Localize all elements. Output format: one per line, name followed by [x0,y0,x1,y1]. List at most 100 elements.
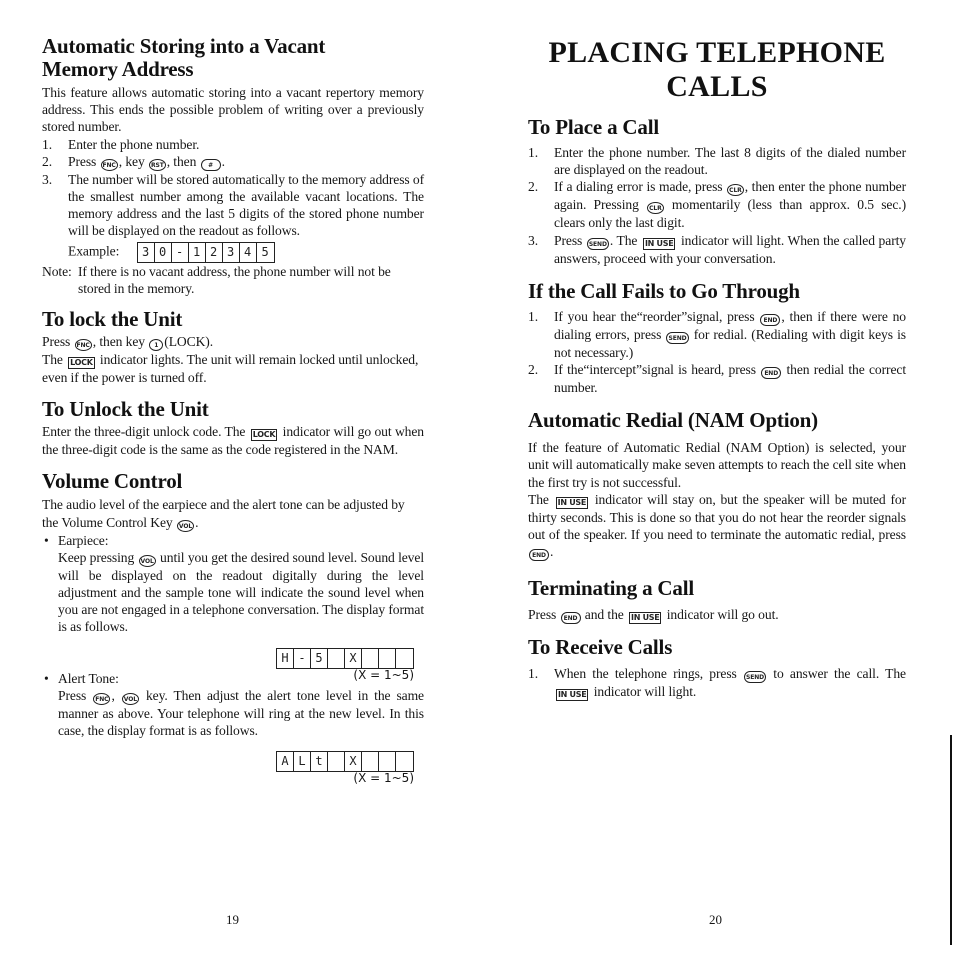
lock-line-2: The LOCK indicator lights. The unit will… [42,351,424,386]
lcd-cell: L [294,752,311,772]
fnc-key-icon: FNC [100,158,118,171]
step-text: If the“intercept”signal is heard, press [554,362,761,378]
page-edge-line [950,735,952,945]
step-item: 1. If you hear the“reorder”signal, press… [528,308,906,361]
lcd-cell: A [277,752,294,772]
lcd-display-alert: A L t X [276,751,414,773]
text: The audio level of the earpiece and the … [42,497,405,530]
lock-1-key-icon: 1 [149,339,164,352]
lcd-cell: 5 [261,244,269,259]
step-text: indicator will light. When the called pa… [554,232,906,266]
text: indicator lights. The unit will remain l… [42,352,419,386]
example-row: Example: 3 0 - 1 2 3 4 5 [68,241,424,263]
step-item: 2. If a dialing error is made, press CLR… [528,178,906,231]
lcd-cell: X [345,752,362,772]
section-title-receive: To Receive Calls [528,635,673,660]
step-number: 2. [528,179,538,195]
end-key-icon: END [560,612,581,625]
text: , then key [92,334,149,350]
text: . [195,514,199,530]
lcd-cell: 4 [240,242,257,262]
section-title-volume: Volume Control [42,469,183,494]
lcd-cell [396,649,413,668]
lcd-cell: H [277,648,294,668]
lcd-cell: - [172,242,189,262]
section-title-auto-redial: Automatic Redial (NAM Option) [528,408,818,433]
end-key-icon: END [529,549,549,562]
send-key-icon: SEND [744,671,767,684]
step-text: The number will be stored automatically … [68,171,424,239]
step-number: 3. [42,171,52,187]
lock-line-1: Press FNC, then key 1 (LOCK). [42,333,424,352]
unlock-text: Enter the three-digit unlock code. The L… [42,423,424,458]
pound-key-icon: # [200,158,221,171]
vol-key-icon: VOL [176,519,195,532]
earpiece-label: Earpiece: [58,532,109,548]
send-key-icon: SEND [586,237,609,250]
clr-key-icon: CLR [727,184,744,197]
title-line: Automatic Storing into a Vacant [42,34,326,58]
alert-range-note: (X = 1~5) [353,771,414,786]
text: Enter the three-digit unlock code. The [42,424,249,440]
step-text: . The [609,232,641,248]
step-number: 3. [528,232,538,248]
step-text: If you hear the“reorder”signal, press [554,308,760,324]
title-line: CALLS [666,70,768,103]
alert-tone-item: • Alert Tone: Press FNC, VOL key. Then a… [42,670,424,740]
rst-key-icon: RST [148,158,166,171]
step-text: , then [166,153,200,169]
lcd-cell: 1 [189,242,206,262]
text: and the [581,607,628,623]
auto-storing-intro: This feature allows automatic storing in… [42,85,424,135]
fnc-key-icon: FNC [74,339,92,352]
fnc-key-icon: FNC [93,692,111,705]
step-text: to answer the call. The [767,666,906,682]
lock-indicator-icon: LOCK [250,429,278,442]
section-title-lock: To lock the Unit [42,307,183,332]
text: Press [58,687,93,703]
lcd-cell: t [311,752,328,772]
text: . [550,544,554,560]
step-item: 1. Enter the phone number. The last 8 di… [528,144,906,178]
in-use-indicator-icon: IN USE [642,237,676,250]
bullet-icon: • [44,532,49,548]
note-text: If there is no vacant address, the phone… [78,263,391,296]
place-call-steps: 1. Enter the phone number. The last 8 di… [528,144,906,267]
lcd-cell: 0 [155,242,172,262]
end-key-icon: END [760,313,781,326]
lcd-cell: 5 [311,648,328,668]
auto-redial-para-1: If the feature of Automatic Redial (NAM … [528,440,906,490]
section-title-place-call: To Place a Call [528,115,659,139]
section-title-call-fails: If the Call Fails to Go Through [528,278,800,303]
text: Press [42,334,74,350]
step-text: When the telephone rings, press [554,666,743,682]
step-item: 1. When the telephone rings, press SEND … [528,665,906,702]
send-key-icon: SEND [666,331,689,344]
step-text: indicator will light. [590,684,697,700]
step-item: 1. Enter the phone number. [42,136,424,153]
step-text: . [221,153,225,169]
step-text: Enter the phone number. The last 8 digit… [554,145,906,178]
section-title-terminating: Terminating a Call [528,576,694,601]
step-number: 1. [528,145,538,160]
step-number: 1. [528,666,538,682]
auto-redial-para-2: The IN USE indicator will stay on, but t… [528,491,906,562]
lcd-cell [362,648,379,668]
right-page: PLACING TELEPHONE CALLS To Place a Call … [528,0,906,702]
lcd-cell: 3 [138,242,155,262]
text: Keep pressing [58,549,138,565]
page-number-right: 20 [709,912,722,927]
step-text: If a dialing error is made, press [554,179,727,195]
step-number: 2. [528,362,538,378]
lcd-cell: 2 [206,242,223,262]
title-line: PLACING TELEPHONE [548,36,886,69]
lcd-cell [328,752,345,772]
lcd-cell [328,648,345,668]
title-line: Memory Address [42,57,194,81]
in-use-indicator-icon: IN USE [555,496,589,509]
alert-display-row: A L t X [42,751,424,773]
lcd-cell: - [294,648,311,668]
clr-key-icon: CLR [647,202,664,215]
terminating-text: Press END and the IN USE indicator will … [528,606,906,625]
vol-key-icon: VOL [138,554,156,567]
